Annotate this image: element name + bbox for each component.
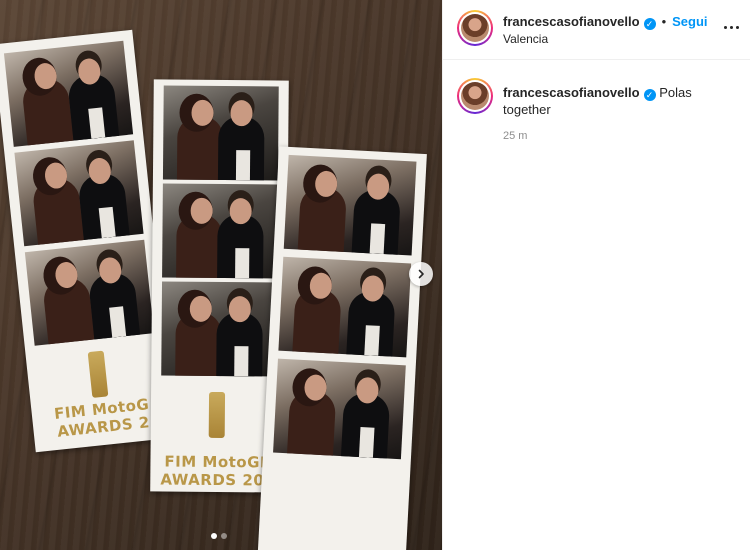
more-options-button[interactable] — [721, 20, 741, 34]
verified-badge-icon: ✓ — [643, 18, 656, 30]
avatar[interactable] — [457, 10, 493, 46]
carousel-indicator — [211, 533, 227, 539]
photo-frame — [273, 358, 406, 460]
photo-frame — [14, 140, 144, 247]
carousel-next-button[interactable] — [409, 262, 433, 286]
caption-avatar[interactable] — [457, 78, 493, 114]
caption-line-1: Polas — [659, 85, 692, 100]
post-side-panel: francescasofianovello ✓ • Segui Valencia fr… — [442, 0, 750, 550]
caption-username[interactable]: francescasofianovello — [503, 85, 640, 100]
post-media[interactable]: FIM MotoG AWARDS 2 FIM MotoGP AWARDS 202 — [0, 0, 442, 550]
post-timestamp[interactable]: 25 m — [503, 130, 527, 142]
separator-dot: • — [661, 14, 667, 29]
caption-text: francescasofianovello ✓ Polas together — [503, 84, 735, 118]
header-user-line: francescasofianovello ✓ • Segui — [503, 13, 708, 31]
location-link[interactable]: Valencia — [503, 32, 548, 46]
photo-frame — [162, 183, 278, 279]
post-header: francescasofianovello ✓ • Segui Valencia — [443, 0, 750, 60]
trophy-logo-icon — [208, 391, 226, 439]
photo-frame — [161, 281, 278, 377]
photo-frame — [278, 256, 412, 358]
chevron-right-icon — [418, 269, 424, 279]
header-username[interactable]: francescasofianovello — [503, 14, 640, 29]
follow-button[interactable]: Segui — [672, 14, 707, 29]
photo-frame — [3, 40, 134, 147]
photo-frame — [283, 154, 417, 256]
carousel-dot — [221, 533, 227, 539]
photo-strip-3 — [257, 146, 427, 550]
caption-line-2: together — [503, 102, 551, 117]
carousel-dot-active — [211, 533, 217, 539]
verified-badge-icon: ✓ — [643, 89, 656, 101]
photo-frame — [162, 85, 279, 181]
photo-frame — [24, 239, 155, 346]
trophy-logo-icon — [87, 350, 109, 398]
photo-strip-1: FIM MotoG AWARDS 2 — [0, 29, 176, 453]
